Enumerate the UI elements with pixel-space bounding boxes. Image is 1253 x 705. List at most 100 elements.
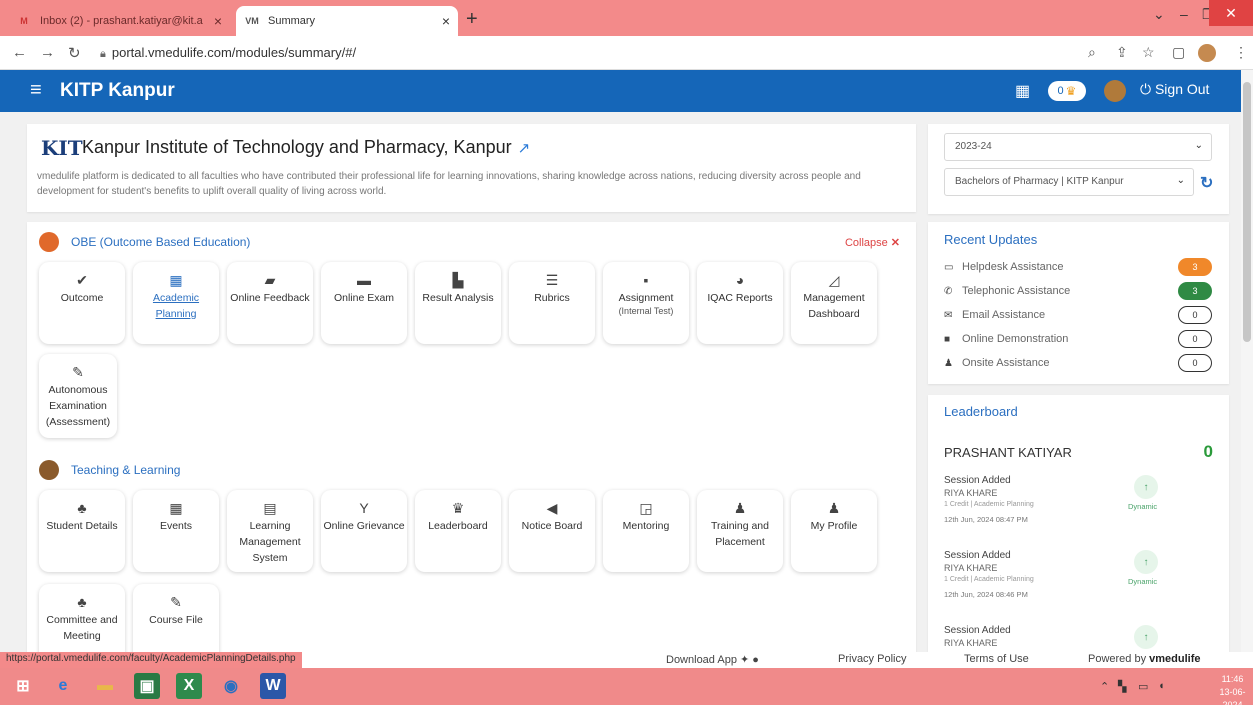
tile-result-analysis[interactable]: ▙ Result Analysis	[415, 262, 501, 344]
profile-avatar[interactable]	[1198, 44, 1216, 62]
tile-student-details[interactable]: ♣ Student Details	[39, 490, 125, 572]
update-online-demo[interactable]: ■ Online Demonstration 0	[944, 329, 1212, 349]
tile-events[interactable]: ▦ Events	[133, 490, 219, 572]
gmail-icon: M	[20, 16, 28, 26]
session-meta: 1 Credit | Academic Planning	[944, 501, 1034, 508]
tile-lms[interactable]: ▤ Learning Management System	[227, 490, 313, 572]
update-email[interactable]: ✉ Email Assistance 0	[944, 305, 1212, 325]
users-icon: ♣	[77, 500, 87, 516]
collapse-button[interactable]: Collapse ✕	[845, 236, 900, 249]
tile-mentoring[interactable]: ◲ Mentoring	[603, 490, 689, 572]
institute-card: KIT Kanpur Institute of Technology and P…	[27, 124, 916, 212]
share-icon[interactable]: ⇪	[1116, 44, 1128, 61]
leaderboard-title: Leaderboard	[944, 404, 1018, 419]
tile-training-placement[interactable]: ♟ Training and Placement	[697, 490, 783, 572]
close-tab-icon[interactable]: ×	[442, 13, 450, 29]
tile-committee-meeting[interactable]: ♣ Committee and Meeting	[39, 584, 125, 654]
institute-description: vmedulife platform is dedicated to all f…	[37, 171, 861, 197]
tile-outcome[interactable]: ✔ Outcome	[39, 262, 125, 344]
session-title: Session Added	[944, 625, 1011, 636]
arrow-up-icon: ↑	[1134, 625, 1158, 649]
scrollbar-thumb[interactable]	[1243, 82, 1251, 342]
session-meta: 1 Credit | Academic Planning	[944, 576, 1034, 583]
update-telephonic[interactable]: ✆ Telephonic Assistance 3	[944, 281, 1212, 301]
battery-icon[interactable]: ▭	[1138, 680, 1148, 693]
tile-leaderboard[interactable]: ♛ Leaderboard	[415, 490, 501, 572]
tile-label: Autonomous Examination (Assessment)	[45, 384, 111, 428]
update-onsite[interactable]: ♟ Onsite Assistance 0	[944, 353, 1212, 373]
tile-management-dashboard[interactable]: ◿ Management Dashboard	[791, 262, 877, 344]
sidebar-icon[interactable]: ▢	[1172, 44, 1185, 61]
tile-academic-planning[interactable]: ▦ Academic Planning	[133, 262, 219, 344]
monitor-icon: ▭	[944, 261, 954, 273]
menu-kebab-icon[interactable]: ⋮	[1234, 44, 1248, 61]
url-field[interactable]: 🔒︎ portal.vmedulife.com/modules/summary/#…	[100, 45, 356, 61]
minimize-button[interactable]: –	[1180, 6, 1188, 22]
tab-summary[interactable]: VM Summary ×	[236, 6, 458, 36]
tile-label: Rubrics	[534, 292, 570, 304]
year-select[interactable]: 2023-24 ⌄	[944, 133, 1212, 161]
browser-tab-bar: M Inbox (2) - prashant.katiyar@kit.a × V…	[0, 0, 1253, 36]
back-icon[interactable]: ←	[12, 44, 27, 61]
new-tab-button[interactable]: +	[466, 8, 478, 31]
tile-course-file[interactable]: ✎ Course File	[133, 584, 219, 654]
tile-label: Assignment	[618, 292, 674, 304]
edit-icon: ✎	[72, 364, 84, 380]
tile-online-grievance[interactable]: Y Online Grievance	[321, 490, 407, 572]
power-icon: ⏻	[1140, 81, 1152, 97]
store-icon[interactable]: ▣	[134, 673, 160, 699]
forward-icon[interactable]: →	[40, 44, 55, 61]
tile-rubrics[interactable]: ☰ Rubrics	[509, 262, 595, 344]
session-name: RIYA KHARE	[944, 488, 998, 498]
graduation-cap-icon	[39, 460, 59, 480]
pie-chart-icon: ◕	[735, 272, 745, 288]
refresh-icon[interactable]: ↻	[1200, 173, 1213, 193]
excel-icon[interactable]: X	[176, 673, 202, 699]
user-avatar[interactable]	[1104, 80, 1126, 102]
zoom-icon[interactable]: ⌕	[1088, 44, 1096, 61]
program-select[interactable]: Bachelors of Pharmacy | KITP Kanpur ⌄	[944, 168, 1194, 196]
reload-icon[interactable]: ↻	[68, 44, 81, 62]
score-badge[interactable]: 0 ♛	[1048, 81, 1086, 101]
tile-iqac-reports[interactable]: ◕ IQAC Reports	[697, 262, 783, 344]
tile-online-feedback[interactable]: ▰ Online Feedback	[227, 262, 313, 344]
close-tab-icon[interactable]: ×	[214, 13, 222, 29]
file-explorer-icon[interactable]: ▬	[92, 673, 118, 699]
tab-inbox[interactable]: M Inbox (2) - prashant.katiyar@kit.a ×	[8, 6, 230, 36]
close-icon: ✕	[890, 237, 900, 249]
clock-date: 13-06-2024	[1219, 687, 1246, 705]
volume-icon[interactable]: ◖	[1158, 680, 1165, 692]
tile-notice-board[interactable]: ◀ Notice Board	[509, 490, 595, 572]
tile-label: Leaderboard	[428, 520, 488, 532]
tile-online-exam[interactable]: ▬ Online Exam	[321, 262, 407, 344]
sign-out-button[interactable]: ⏻ Sign Out	[1140, 81, 1209, 98]
modules-card: OBE (Outcome Based Education) Collapse ✕ …	[27, 222, 916, 654]
download-app-link[interactable]: Download App ✦ ●	[666, 653, 759, 666]
privacy-policy-link[interactable]: Privacy Policy	[838, 653, 906, 665]
tile-autonomous-examination[interactable]: ✎ Autonomous Examination (Assessment)	[39, 354, 117, 438]
group-icon: ♣	[77, 594, 87, 610]
apps-grid-icon[interactable]: ▦	[1015, 81, 1030, 101]
apple-icon: ●	[752, 654, 759, 666]
network-icon[interactable]: ▚	[1118, 680, 1126, 693]
update-helpdesk[interactable]: ▭ Helpdesk Assistance 3	[944, 257, 1212, 277]
hamburger-menu-icon[interactable]: ≡	[30, 79, 42, 102]
tile-assignment[interactable]: ▪ Assignment (Internal Test)	[603, 262, 689, 344]
system-clock[interactable]: 11:46 13-06-2024	[1212, 673, 1253, 705]
internet-explorer-icon[interactable]: e	[50, 673, 76, 699]
star-icon[interactable]: ☆	[1142, 44, 1155, 61]
windows-taskbar: ⊞ e ▬ ▣ X ◉ W ⌃ ▚ ▭ ◖ 11:46 13-06-2024	[0, 668, 1253, 705]
terms-of-use-link[interactable]: Terms of Use	[964, 653, 1029, 665]
close-window-button[interactable]: ✕	[1209, 0, 1253, 26]
tile-label: Mentoring	[622, 520, 670, 532]
recent-updates-card: Recent Updates ▭ Helpdesk Assistance 3 ✆ Te…	[928, 222, 1229, 384]
tray-chevron-icon[interactable]: ⌃	[1100, 680, 1109, 693]
status-url: https://portal.vmedulife.com/faculty/Aca…	[0, 652, 302, 668]
external-link-icon[interactable]: ↗	[518, 140, 531, 157]
word-icon[interactable]: W	[260, 673, 286, 699]
android-icon: ✦	[740, 654, 750, 666]
windows-start-icon[interactable]: ⊞	[10, 673, 36, 699]
chevron-down-icon[interactable]: ⌄	[1153, 6, 1165, 23]
tile-my-profile[interactable]: ♟ My Profile	[791, 490, 877, 572]
chrome-icon[interactable]: ◉	[218, 673, 244, 699]
